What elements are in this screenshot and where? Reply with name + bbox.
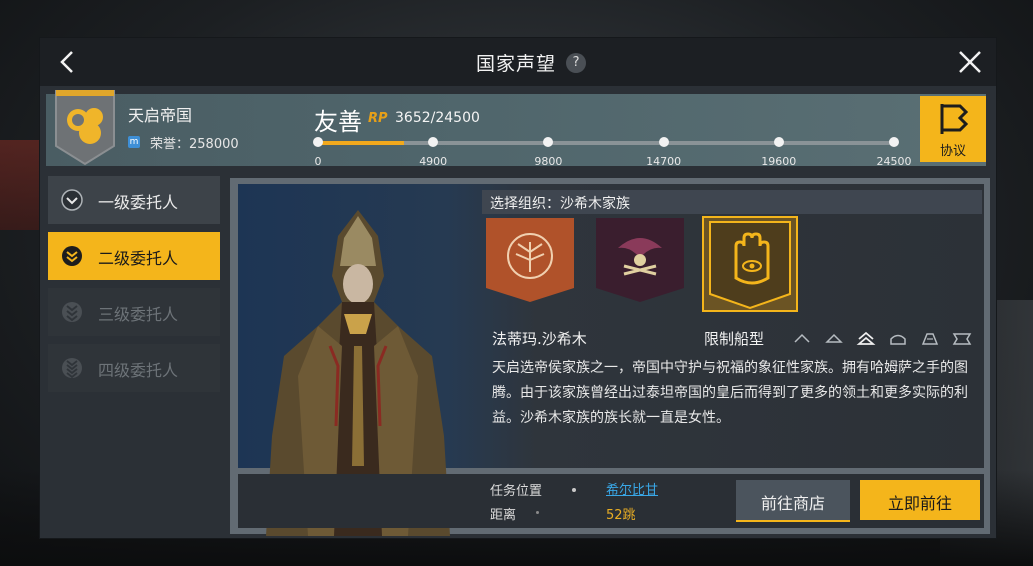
quad-chevron-circle-icon: [62, 358, 82, 379]
organization-header-text: 选择组织：沙希木家族: [490, 196, 630, 212]
progress-tick: [428, 137, 439, 147]
tree-emblem-icon: [486, 218, 574, 302]
progress-tick-label: 9800: [534, 155, 563, 168]
honor-value: 荣誉：258000: [150, 137, 239, 152]
location-dot-icon: [572, 488, 576, 492]
distance-dot-icon: [536, 511, 539, 514]
progress-tick-label: 0: [314, 155, 322, 168]
progress-tick-label: 24500: [876, 155, 912, 168]
progress-tick-label: 4900: [419, 155, 448, 168]
honor-icon: m: [128, 136, 140, 148]
client-detail: 选择组织：沙希木家族 法蒂玛.沙希木 限制船型 天启选帝侯家族之一，帝国中守护与…: [238, 184, 984, 536]
cruiser-icon[interactable]: [856, 330, 876, 346]
document-flag-icon: [940, 104, 969, 134]
reputation-level: 友善: [314, 108, 362, 136]
mission-bar: 任务位置 希尔比甘 距离 52跳 前往商店 立即前往: [238, 474, 984, 528]
tab-level-3[interactable]: 三级委托人: [48, 288, 220, 336]
go-to-shop-label: 前往商店: [760, 494, 825, 513]
tab-level-2[interactable]: 二级委托人: [48, 232, 220, 280]
back-button[interactable]: [52, 46, 84, 78]
mission-location-link[interactable]: 希尔比甘: [606, 479, 658, 498]
reputation-progress-fill: [318, 141, 404, 145]
nation-name: 天启帝国: [128, 106, 193, 125]
battleship-icon[interactable]: [920, 330, 940, 346]
protocol-label: 协议: [939, 144, 966, 159]
close-button[interactable]: [954, 46, 986, 78]
mission-location-label: 任务位置: [490, 484, 543, 499]
protocol-button[interactable]: 协议: [920, 96, 986, 162]
ship-type-icons: [792, 330, 972, 346]
page-title: 国家声望: [476, 53, 557, 75]
double-chevron-circle-icon: [62, 246, 82, 266]
go-now-button[interactable]: 立即前往: [860, 480, 980, 520]
title-bar: 国家声望 ?: [40, 38, 996, 86]
carrier-icon[interactable]: [952, 330, 972, 346]
org-card-hamsa[interactable]: [702, 216, 798, 312]
tab-level-1[interactable]: 一级委托人: [48, 176, 220, 224]
ship-type-label: 限制船型: [704, 330, 765, 348]
progress-tick: [773, 137, 784, 147]
nation-emblem-icon: [55, 90, 115, 166]
character-description: 天启选帝侯家族之一，帝国中守护与祝福的象征性家族。拥有哈姆萨之手的图腾。由于该家…: [492, 360, 968, 426]
org-card-tree[interactable]: [486, 218, 574, 302]
help-icon[interactable]: ?: [566, 52, 587, 73]
rp-value: 3652/24500: [395, 110, 480, 126]
progress-tick: [313, 137, 323, 147]
chevron-down-circle-icon: [61, 189, 83, 211]
go-to-shop-button[interactable]: 前往商店: [736, 480, 850, 522]
rp-tag: RP: [368, 111, 388, 126]
progress-tick-label: 19600: [761, 155, 797, 168]
triple-chevron-circle-icon: [62, 302, 82, 322]
close-icon: [959, 51, 981, 73]
chevron-left-icon: [60, 51, 73, 73]
progress-tick-label: 14700: [646, 155, 682, 168]
frigate-icon[interactable]: [792, 330, 812, 346]
reputation-bar: 天启帝国 m 荣誉：258000 友善 RP 3652/24500 0 4900 9…: [46, 90, 986, 168]
tab-level-3-label: 三级委托人: [98, 305, 179, 324]
progress-tick: [658, 137, 669, 147]
title-group: 国家声望 ?: [476, 49, 587, 76]
progress-tick: [889, 137, 899, 147]
battlecruiser-icon[interactable]: [888, 330, 908, 346]
progress-tick: [543, 137, 554, 147]
tab-level-2-label: 二级委托人: [98, 249, 179, 268]
character-name: 法蒂玛.沙希木: [492, 330, 587, 348]
hamsa-emblem-icon: [709, 221, 791, 310]
bird-emblem-icon: [596, 218, 684, 302]
destroyer-icon[interactable]: [824, 330, 844, 346]
tab-level-1-label: 一级委托人: [98, 193, 179, 212]
org-card-bird[interactable]: [596, 218, 684, 302]
background-red-panel: [0, 140, 40, 230]
mission-distance-value: 52跳: [606, 508, 636, 523]
tab-level-4[interactable]: 四级委托人: [48, 344, 220, 392]
reputation-progress: 0 4900 9800 14700 19600 24500: [313, 137, 912, 168]
go-now-label: 立即前往: [887, 494, 952, 513]
mission-distance-label: 距离: [490, 508, 517, 523]
client-panel: 选择组织：沙希木家族 法蒂玛.沙希木 限制船型 天启选帝侯家族之一，帝国中守护与…: [230, 178, 990, 536]
reputation-dialog: 国家声望 ? 天启帝国 m 荣誉：258000 友善 RP 3652/24500…: [40, 38, 996, 538]
tab-level-4-label: 四级委托人: [98, 361, 179, 380]
organization-header: 选择组织：沙希木家族: [482, 190, 982, 214]
